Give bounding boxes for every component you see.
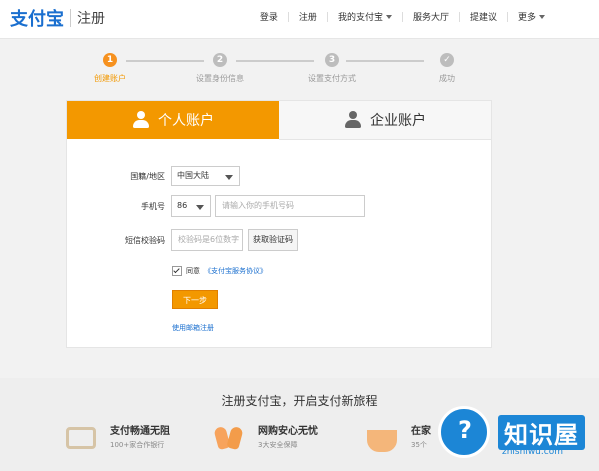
nav-suggest[interactable]: 提建议 [470, 10, 497, 23]
agreement-link[interactable]: 《支付宝服务协议》 [204, 266, 267, 276]
feature-safety-sub: 3大安全保障 [258, 441, 298, 449]
nav-service-hall[interactable]: 服务大厅 [413, 10, 449, 23]
feature-safety: 网购安心无忧 3大安全保障 [213, 422, 318, 454]
region-row: 国籍/地区 中国大陆 [67, 165, 491, 187]
sms-row: 短信校验码 校验码是6位数字 获取验证码 [67, 229, 491, 251]
agree-checkbox[interactable] [172, 266, 182, 276]
region-label: 国籍/地区 [130, 172, 165, 181]
question-icon: ? [438, 406, 490, 458]
agree-prefix: 同意 [186, 267, 200, 275]
step-1: 1 创建账户 [75, 53, 145, 84]
feature-payment-title: 支付畅通无阻 [110, 426, 170, 437]
step-2-label: 设置身份信息 [196, 74, 244, 83]
phone-label: 手机号 [141, 202, 165, 211]
step-4-label: 成功 [439, 74, 455, 83]
feature-payment: 支付畅通无阻 100+家合作银行 [66, 422, 170, 454]
region-value: 中国大陆 [177, 171, 209, 180]
nav-login[interactable]: 登录 [260, 10, 278, 23]
step-1-number: 1 [103, 53, 117, 67]
cup-icon [367, 422, 403, 454]
nav-divider [506, 11, 508, 22]
region-select[interactable]: 中国大陆 [171, 166, 240, 186]
check-icon: ✓ [440, 53, 454, 67]
account-type-tabs: 个人账户 企业账户 [67, 101, 491, 140]
wallet-icon [66, 422, 102, 454]
nav-my-alipay[interactable]: 我的支付宝 [338, 10, 392, 23]
check-icon [173, 266, 180, 274]
tab-business-label: 企业账户 [370, 113, 426, 129]
step-1-label: 创建账户 [94, 74, 126, 83]
feature-payment-sub: 100+家合作银行 [110, 441, 165, 449]
header: 支付宝 注册 登录 注册 我的支付宝 服务大厅 提建议 更多 [0, 0, 599, 39]
sms-label: 短信校验码 [125, 236, 165, 245]
nav-divider [326, 11, 328, 22]
nav-divider [458, 11, 460, 22]
hands-icon [213, 422, 250, 454]
business-person-icon [344, 111, 362, 129]
person-icon [132, 111, 150, 129]
nav-register[interactable]: 注册 [299, 10, 317, 23]
step-2-number: 2 [213, 53, 227, 67]
agreement-row: 同意 《支付宝服务协议》 [172, 266, 267, 276]
watermark-text: 知识屋 [498, 415, 585, 450]
country-code-value: 86 [177, 201, 188, 210]
chevron-down-icon [385, 15, 392, 19]
tab-business-account[interactable]: 企业账户 [279, 101, 491, 140]
logo-divider [70, 9, 71, 27]
progress-steps: 1 创建账户 2 设置身份信息 3 设置支付方式 ✓ 成功 [0, 53, 599, 93]
email-register-link[interactable]: 使用邮箱注册 [172, 323, 214, 333]
feature-safety-title: 网购安心无忧 [258, 426, 318, 437]
step-3-label: 设置支付方式 [308, 74, 356, 83]
step-3: 3 设置支付方式 [297, 53, 367, 84]
nav-more[interactable]: 更多 [518, 10, 545, 23]
step-3-number: 3 [325, 53, 339, 67]
chevron-down-icon [196, 205, 204, 210]
chevron-down-icon [225, 175, 233, 180]
step-4: ✓ 成功 [412, 53, 482, 84]
nav-divider [287, 11, 289, 22]
country-code-select[interactable]: 86 [171, 195, 211, 217]
register-card: 个人账户 企业账户 国籍/地区 中国大陆 手机号 86 请输入你的手机号码 短信… [66, 100, 492, 348]
feature-home: 在家 35个 [367, 422, 431, 454]
nav-my-alipay-label: 我的支付宝 [337, 13, 383, 23]
phone-row: 手机号 86 请输入你的手机号码 [67, 195, 491, 217]
sms-code-input[interactable]: 校验码是6位数字 [171, 229, 243, 251]
watermark-url: zhishiwu.com [502, 447, 563, 457]
phone-input[interactable]: 请输入你的手机号码 [215, 195, 365, 217]
get-code-button[interactable]: 获取验证码 [248, 229, 298, 251]
logo[interactable]: 支付宝 注册 [10, 5, 105, 31]
nav-more-label: 更多 [517, 13, 536, 23]
top-nav: 登录 注册 我的支付宝 服务大厅 提建议 更多 [260, 10, 545, 23]
step-2: 2 设置身份信息 [185, 53, 255, 84]
alipay-logo[interactable]: 支付宝 [10, 5, 64, 31]
watermark: ? 知识屋 zhishiwu.com [428, 397, 599, 471]
next-step-button[interactable]: 下一步 [172, 290, 218, 309]
page-title: 注册 [77, 11, 105, 27]
nav-divider [401, 11, 403, 22]
tab-personal-account[interactable]: 个人账户 [67, 101, 279, 139]
chevron-down-icon [539, 15, 545, 19]
watermark-mark: ? [458, 416, 472, 444]
tab-personal-label: 个人账户 [158, 113, 214, 129]
